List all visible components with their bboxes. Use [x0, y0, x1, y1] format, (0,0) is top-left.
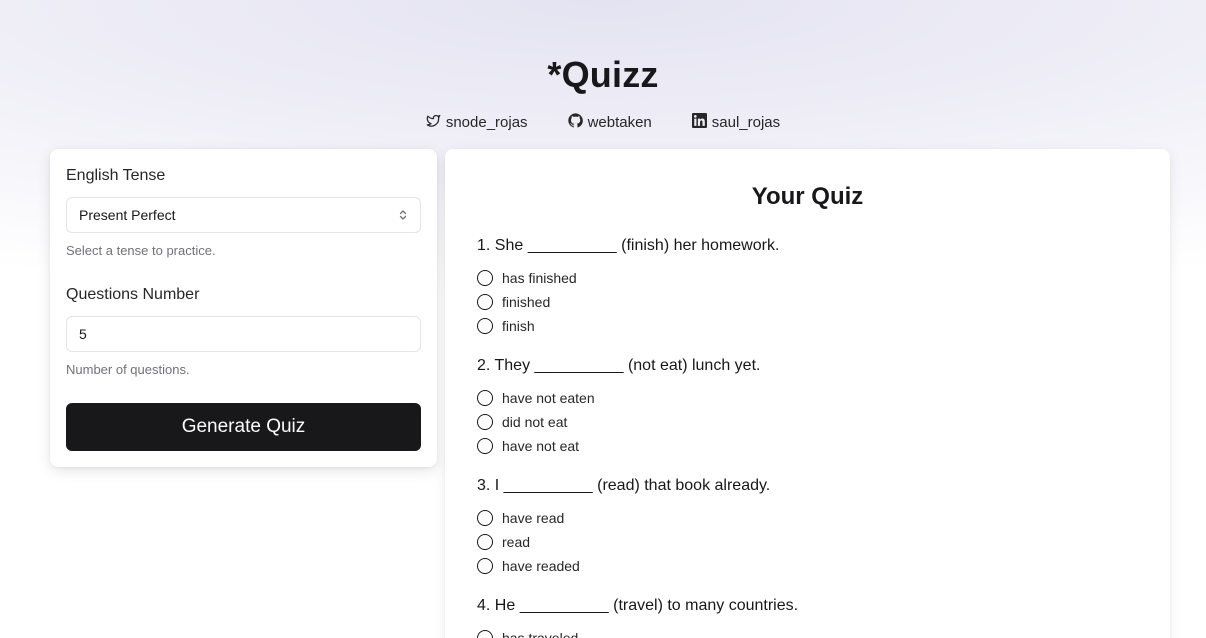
- option-label: has traveled: [502, 630, 579, 638]
- radio-button[interactable]: [477, 630, 493, 638]
- twitter-icon: [426, 113, 441, 132]
- option-finished[interactable]: finished: [477, 290, 779, 314]
- option-label: have not eat: [502, 438, 580, 454]
- option-have-not-eat[interactable]: have not eat: [477, 434, 760, 458]
- social-links: snode_rojas webtaken saul_rojas: [0, 113, 1206, 132]
- option-did-not-eat[interactable]: did not eat: [477, 410, 760, 434]
- radio-button[interactable]: [477, 318, 493, 334]
- tense-label: English Tense: [66, 167, 166, 184]
- radio-button[interactable]: [477, 390, 493, 406]
- questions-number-input[interactable]: [66, 316, 421, 352]
- quiz-settings-card: English Tense Present Perfect Select a t…: [50, 149, 437, 467]
- github-handle: webtaken: [587, 114, 652, 131]
- option-label: did not eat: [502, 414, 568, 430]
- option-have-read[interactable]: have read: [477, 506, 770, 530]
- option-label: have read: [502, 510, 565, 526]
- radio-button[interactable]: [477, 270, 493, 286]
- option-finish[interactable]: finish: [477, 314, 779, 338]
- questions-help: Number of questions.: [66, 362, 190, 377]
- question-text: 1. She __________ (finish) her homework.: [477, 237, 780, 254]
- quiz-title: Your Quiz: [751, 183, 864, 210]
- radio-button[interactable]: [477, 294, 493, 310]
- tense-help: Select a tense to practice.: [66, 243, 216, 258]
- linkedin-link[interactable]: saul_rojas: [691, 113, 781, 132]
- questions-label: Questions Number: [66, 286, 200, 303]
- radio-button[interactable]: [477, 558, 493, 574]
- question-4: 4. He __________ (travel) to many countr…: [477, 597, 798, 638]
- question-3: 3. I __________ (read) that book already…: [477, 477, 770, 578]
- option-label: has finished: [502, 270, 577, 286]
- tense-select-value: Present Perfect: [79, 207, 176, 223]
- chevron-up-down-icon: [398, 209, 408, 221]
- option-label: read: [502, 534, 531, 550]
- option-read[interactable]: read: [477, 530, 770, 554]
- question-text: 2. They __________ (not eat) lunch yet.: [477, 357, 761, 374]
- radio-button[interactable]: [477, 438, 493, 454]
- app-title: *Quizz: [547, 54, 659, 95]
- twitter-handle: snode_rojas: [445, 114, 528, 131]
- generate-quiz-button[interactable]: Generate Quiz: [66, 403, 421, 451]
- linkedin-handle: saul_rojas: [711, 114, 781, 131]
- option-label: have readed: [502, 558, 580, 574]
- option-has-finished[interactable]: has finished: [477, 266, 779, 290]
- radio-button[interactable]: [477, 510, 493, 526]
- radio-button[interactable]: [477, 414, 493, 430]
- github-link[interactable]: webtaken: [567, 113, 652, 132]
- option-label: finish: [502, 318, 535, 334]
- option-has-traveled[interactable]: has traveled: [477, 626, 798, 638]
- twitter-link[interactable]: snode_rojas: [426, 113, 528, 132]
- question-1: 1. She __________ (finish) her homework.…: [477, 237, 779, 338]
- radio-button[interactable]: [477, 534, 493, 550]
- question-text: 3. I __________ (read) that book already…: [477, 477, 771, 494]
- option-label: finished: [502, 294, 551, 310]
- github-icon: [567, 113, 583, 132]
- quiz-card: Your Quiz 1. She __________ (finish) her…: [445, 149, 1170, 638]
- question-text: 4. He __________ (travel) to many countr…: [477, 597, 799, 614]
- linkedin-icon: [691, 113, 707, 132]
- option-have-not-eaten[interactable]: have not eaten: [477, 386, 760, 410]
- tense-select[interactable]: Present Perfect: [66, 197, 421, 233]
- question-2: 2. They __________ (not eat) lunch yet. …: [477, 357, 760, 458]
- option-have-readed[interactable]: have readed: [477, 554, 770, 578]
- option-label: have not eaten: [502, 390, 595, 406]
